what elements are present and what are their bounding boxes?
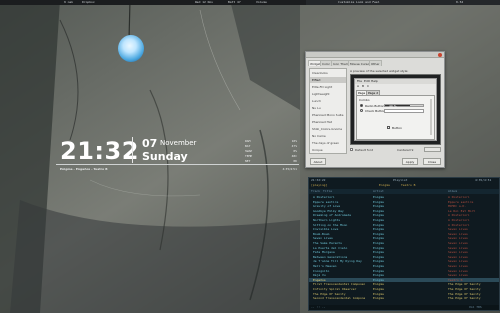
preview-window: File Edit Help A B C Page 1 Page 2 Combo… — [354, 78, 437, 141]
current-artist: Enigma — [379, 183, 390, 187]
about-button[interactable]: About — [310, 158, 326, 165]
checkbox[interactable] — [387, 126, 390, 129]
dialog-titlebar[interactable] — [306, 52, 444, 58]
preview-caption: A preview of the selected widget style: — [350, 69, 409, 73]
clock-time: 21:32 — [60, 137, 139, 165]
clock-day-number: 07 — [142, 137, 158, 150]
top-panel-right: Customize Look and Feel 0.52 — [306, 0, 500, 5]
panel-item[interactable]: 9 nak — [64, 0, 73, 5]
theme-list[interactable]: Clearlooks Elfied Elite-FD Light Lightwe… — [309, 68, 347, 154]
table-row[interactable]: Second Transcendental Component Enigma The… — [309, 296, 499, 301]
column-header[interactable]: Track — [311, 189, 320, 194]
column-header[interactable]: Album — [448, 189, 457, 194]
preview-text-entry[interactable] — [384, 109, 424, 113]
panel-item[interactable]: Volume — [256, 0, 267, 5]
panel-item[interactable]: Wed 12 Nov — [195, 0, 213, 5]
list-item[interactable]: No Came — [310, 133, 346, 139]
preview-scrollbar[interactable] — [430, 99, 432, 135]
preview-combo-label: Combo — [359, 98, 370, 102]
list-item[interactable]: Lightweight — [310, 91, 346, 97]
panel-item[interactable]: Dropbox — [82, 0, 95, 5]
list-item[interactable]: Shiki_Colors-Gnome — [310, 126, 346, 132]
panel-status: 0.52 — [456, 0, 464, 4]
terminal-subheader: [playing] Enigma Teatro B — [309, 183, 499, 188]
tab-other[interactable]: Other — [369, 60, 382, 66]
list-item[interactable]: Elite-FD Light — [310, 84, 346, 90]
widget-preview: File Edit Help A B C Page 1 Page 2 Combo… — [350, 74, 441, 145]
preview-radio-label: Radio Button — [365, 104, 385, 108]
row-artist: Enigma — [373, 296, 384, 301]
music-player-terminal[interactable]: 21:32:22 Playlist 4:35/4:51 [playing] En… — [308, 177, 500, 311]
now-playing-time: 4:35/4:51 — [282, 167, 297, 171]
clock-weekday: Sunday — [142, 150, 188, 163]
radio-button[interactable] — [360, 109, 363, 112]
clock-widget: 21:32 07 November Sunday RAM 10% BAT 47% S… — [56, 132, 299, 176]
preview-panel: Combo Radio Button Check Button 40 % But… — [356, 95, 435, 140]
preview-button-label[interactable]: Button — [392, 126, 402, 130]
window-title: Customize Look and Feel — [338, 0, 380, 4]
row-title: Second Transcendental Component — [313, 296, 365, 301]
terminal-statusbar: -- :: -- Vol 70% — [309, 305, 499, 310]
default-font-checkbox[interactable] — [350, 148, 353, 151]
font-picker-button[interactable] — [424, 147, 441, 152]
play-state: [playing] — [311, 183, 328, 187]
radio-button[interactable] — [360, 104, 363, 107]
font-value: Cantarell 9 — [397, 148, 414, 152]
panel-item[interactable]: Batt 47 — [228, 0, 241, 5]
list-item[interactable]: Clearlooks — [310, 70, 346, 76]
appearance-dialog: Widget Color Icon Theme Mouse Cursor Oth… — [305, 51, 445, 168]
list-item[interactable]: Elfied — [310, 77, 346, 83]
clock-month: November — [160, 139, 197, 147]
list-item[interactable]: The days of green — [310, 140, 346, 146]
row-album: The Edge Of Sanity — [448, 296, 481, 301]
playlist-columns: Track Title Artist Album — [309, 189, 499, 194]
preview-check-label: Check Button — [365, 109, 386, 113]
preview-tool-button[interactable]: A — [357, 84, 359, 89]
system-stats: RAM 10% BAT 47% SWAP 0% TEMP 48C NET 0K — [245, 139, 297, 164]
now-playing: Enigma - Engaños - Teatro B — [60, 167, 108, 171]
column-header[interactable]: Title — [323, 189, 332, 194]
progress-text: 40 % — [389, 104, 397, 108]
status-volume: Vol 70% — [469, 305, 482, 309]
preview-toolbar: A B C — [355, 84, 436, 89]
list-item[interactable]: Nu Lu — [310, 105, 346, 111]
status-left: -- :: -- — [311, 305, 326, 309]
list-item[interactable]: Lunch — [310, 98, 346, 104]
current-album: Teatro B — [401, 183, 416, 187]
column-header[interactable]: Artist — [373, 189, 384, 194]
widget-divider — [56, 164, 299, 165]
clock-divider — [132, 137, 133, 163]
list-item[interactable]: Unique — [310, 147, 346, 153]
preview-tool-button[interactable]: C — [367, 84, 369, 89]
list-item[interactable]: Phenixed Hat — [310, 119, 346, 125]
apply-button[interactable]: Apply — [402, 158, 418, 165]
close-icon[interactable] — [438, 53, 442, 57]
lightbulb-image — [118, 35, 144, 62]
preview-tool-button[interactable]: B — [362, 84, 364, 89]
default-font-label: Default font — [355, 148, 373, 152]
top-panel-left: 9 nak Dropbox Wed 12 Nov Batt 47 Volume — [0, 0, 306, 5]
list-item[interactable]: Phenixed Mono Suite — [310, 112, 346, 118]
close-button[interactable]: Close — [423, 158, 441, 165]
